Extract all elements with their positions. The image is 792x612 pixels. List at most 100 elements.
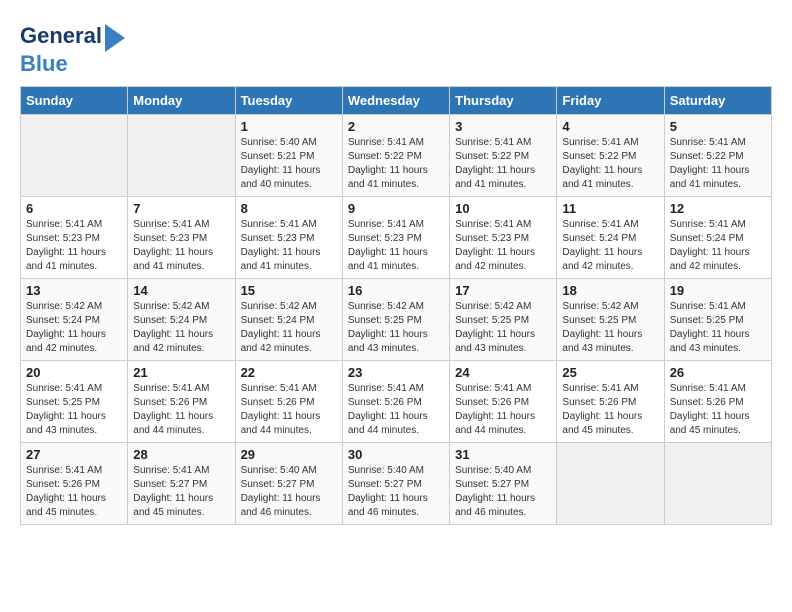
day-detail: Sunrise: 5:41 AM Sunset: 5:22 PM Dayligh… [348, 136, 444, 192]
day-detail: Sunrise: 5:41 AM Sunset: 5:26 PM Dayligh… [348, 382, 444, 438]
logo-text-blue: Blue [20, 51, 68, 76]
day-detail: Sunrise: 5:41 AM Sunset: 5:26 PM Dayligh… [26, 464, 122, 520]
day-number: 18 [562, 283, 658, 298]
day-detail: Sunrise: 5:42 AM Sunset: 5:25 PM Dayligh… [562, 300, 658, 356]
day-number: 2 [348, 119, 444, 134]
day-detail: Sunrise: 5:42 AM Sunset: 5:25 PM Dayligh… [455, 300, 551, 356]
calendar-cell: 8 Sunrise: 5:41 AM Sunset: 5:23 PM Daylig… [235, 197, 342, 279]
day-number: 15 [241, 283, 337, 298]
day-detail: Sunrise: 5:41 AM Sunset: 5:25 PM Dayligh… [670, 300, 766, 356]
day-detail: Sunrise: 5:41 AM Sunset: 5:26 PM Dayligh… [133, 382, 229, 438]
calendar-cell: 1 Sunrise: 5:40 AM Sunset: 5:21 PM Daylig… [235, 115, 342, 197]
calendar-cell: 31 Sunrise: 5:40 AM Sunset: 5:27 PM Dayli… [450, 443, 557, 525]
day-detail: Sunrise: 5:41 AM Sunset: 5:23 PM Dayligh… [133, 218, 229, 274]
calendar-cell: 15Sunrise: 5:42 AM Sunset: 5:24 PM Dayli… [235, 279, 342, 361]
day-number: 30 [348, 447, 444, 462]
day-number: 10 [455, 201, 551, 216]
day-detail: Sunrise: 5:41 AM Sunset: 5:22 PM Dayligh… [670, 136, 766, 192]
header-cell-tuesday: Tuesday [235, 87, 342, 115]
day-detail: Sunrise: 5:41 AM Sunset: 5:26 PM Dayligh… [455, 382, 551, 438]
day-detail: Sunrise: 5:41 AM Sunset: 5:26 PM Dayligh… [241, 382, 337, 438]
header-cell-friday: Friday [557, 87, 664, 115]
day-number: 22 [241, 365, 337, 380]
day-number: 5 [670, 119, 766, 134]
day-detail: Sunrise: 5:42 AM Sunset: 5:24 PM Dayligh… [26, 300, 122, 356]
calendar-cell [21, 115, 128, 197]
day-number: 23 [348, 365, 444, 380]
day-detail: Sunrise: 5:41 AM Sunset: 5:23 PM Dayligh… [241, 218, 337, 274]
day-number: 26 [670, 365, 766, 380]
day-number: 6 [26, 201, 122, 216]
logo-text-general: General [20, 24, 102, 48]
day-number: 14 [133, 283, 229, 298]
header-cell-wednesday: Wednesday [342, 87, 449, 115]
day-number: 3 [455, 119, 551, 134]
calendar-cell: 3Sunrise: 5:41 AM Sunset: 5:22 PM Daylig… [450, 115, 557, 197]
day-detail: Sunrise: 5:40 AM Sunset: 5:27 PM Dayligh… [241, 464, 337, 520]
header-cell-saturday: Saturday [664, 87, 771, 115]
day-number: 24 [455, 365, 551, 380]
page-header: General Blue [20, 20, 772, 76]
calendar-cell: 9Sunrise: 5:41 AM Sunset: 5:23 PM Daylig… [342, 197, 449, 279]
calendar-cell: 17 Sunrise: 5:42 AM Sunset: 5:25 PM Dayli… [450, 279, 557, 361]
calendar-body: 1 Sunrise: 5:40 AM Sunset: 5:21 PM Daylig… [21, 115, 772, 525]
day-detail: Sunrise: 5:42 AM Sunset: 5:25 PM Dayligh… [348, 300, 444, 356]
calendar-cell: 14Sunrise: 5:42 AM Sunset: 5:24 PM Dayli… [128, 279, 235, 361]
day-number: 19 [670, 283, 766, 298]
day-number: 31 [455, 447, 551, 462]
day-detail: Sunrise: 5:40 AM Sunset: 5:27 PM Dayligh… [455, 464, 551, 520]
day-number: 4 [562, 119, 658, 134]
day-detail: Sunrise: 5:41 AM Sunset: 5:25 PM Dayligh… [26, 382, 122, 438]
day-number: 11 [562, 201, 658, 216]
day-detail: Sunrise: 5:41 AM Sunset: 5:23 PM Dayligh… [455, 218, 551, 274]
calendar-cell: 24 Sunrise: 5:41 AM Sunset: 5:26 PM Dayli… [450, 361, 557, 443]
day-number: 12 [670, 201, 766, 216]
calendar-cell: 16 Sunrise: 5:42 AM Sunset: 5:25 PM Dayli… [342, 279, 449, 361]
calendar-cell: 21 Sunrise: 5:41 AM Sunset: 5:26 PM Dayli… [128, 361, 235, 443]
calendar-week-row: 6 Sunrise: 5:41 AM Sunset: 5:23 PM Daylig… [21, 197, 772, 279]
day-number: 7 [133, 201, 229, 216]
calendar-cell: 19 Sunrise: 5:41 AM Sunset: 5:25 PM Dayli… [664, 279, 771, 361]
header-row: SundayMondayTuesdayWednesdayThursdayFrid… [21, 87, 772, 115]
day-number: 1 [241, 119, 337, 134]
calendar-table: SundayMondayTuesdayWednesdayThursdayFrid… [20, 86, 772, 525]
day-number: 27 [26, 447, 122, 462]
calendar-cell: 13Sunrise: 5:42 AM Sunset: 5:24 PM Dayli… [21, 279, 128, 361]
calendar-cell: 23 Sunrise: 5:41 AM Sunset: 5:26 PM Dayli… [342, 361, 449, 443]
day-detail: Sunrise: 5:41 AM Sunset: 5:22 PM Dayligh… [562, 136, 658, 192]
day-detail: Sunrise: 5:41 AM Sunset: 5:26 PM Dayligh… [670, 382, 766, 438]
calendar-week-row: 27 Sunrise: 5:41 AM Sunset: 5:26 PM Dayli… [21, 443, 772, 525]
calendar-cell: 27 Sunrise: 5:41 AM Sunset: 5:26 PM Dayli… [21, 443, 128, 525]
calendar-cell: 7 Sunrise: 5:41 AM Sunset: 5:23 PM Daylig… [128, 197, 235, 279]
calendar-cell: 4 Sunrise: 5:41 AM Sunset: 5:22 PM Daylig… [557, 115, 664, 197]
calendar-cell [664, 443, 771, 525]
day-number: 17 [455, 283, 551, 298]
calendar-cell: 26 Sunrise: 5:41 AM Sunset: 5:26 PM Dayli… [664, 361, 771, 443]
header-cell-monday: Monday [128, 87, 235, 115]
day-number: 9 [348, 201, 444, 216]
day-detail: Sunrise: 5:41 AM Sunset: 5:24 PM Dayligh… [562, 218, 658, 274]
day-detail: Sunrise: 5:41 AM Sunset: 5:27 PM Dayligh… [133, 464, 229, 520]
calendar-cell: 30 Sunrise: 5:40 AM Sunset: 5:27 PM Dayli… [342, 443, 449, 525]
day-number: 16 [348, 283, 444, 298]
calendar-cell: 2 Sunrise: 5:41 AM Sunset: 5:22 PM Daylig… [342, 115, 449, 197]
header-cell-thursday: Thursday [450, 87, 557, 115]
logo-arrow-icon [105, 24, 125, 52]
day-number: 28 [133, 447, 229, 462]
day-number: 25 [562, 365, 658, 380]
day-detail: Sunrise: 5:40 AM Sunset: 5:21 PM Dayligh… [241, 136, 337, 192]
calendar-cell: 25Sunrise: 5:41 AM Sunset: 5:26 PM Dayli… [557, 361, 664, 443]
calendar-week-row: 20 Sunrise: 5:41 AM Sunset: 5:25 PM Dayli… [21, 361, 772, 443]
calendar-cell: 5 Sunrise: 5:41 AM Sunset: 5:22 PM Daylig… [664, 115, 771, 197]
day-number: 20 [26, 365, 122, 380]
calendar-cell: 12Sunrise: 5:41 AM Sunset: 5:24 PM Dayli… [664, 197, 771, 279]
calendar-cell: 18 Sunrise: 5:42 AM Sunset: 5:25 PM Dayli… [557, 279, 664, 361]
calendar-cell: 29Sunrise: 5:40 AM Sunset: 5:27 PM Dayli… [235, 443, 342, 525]
calendar-cell [128, 115, 235, 197]
calendar-header: SundayMondayTuesdayWednesdayThursdayFrid… [21, 87, 772, 115]
day-number: 8 [241, 201, 337, 216]
day-detail: Sunrise: 5:41 AM Sunset: 5:23 PM Dayligh… [26, 218, 122, 274]
calendar-cell: 10 Sunrise: 5:41 AM Sunset: 5:23 PM Dayli… [450, 197, 557, 279]
day-number: 21 [133, 365, 229, 380]
day-detail: Sunrise: 5:40 AM Sunset: 5:27 PM Dayligh… [348, 464, 444, 520]
